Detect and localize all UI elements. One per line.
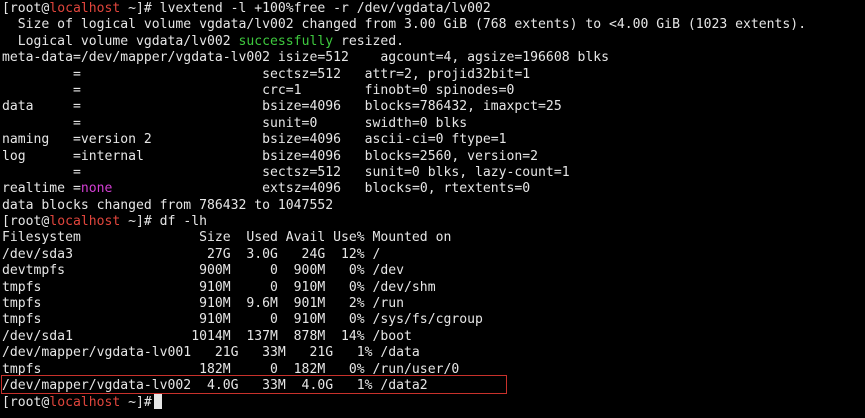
terminal-line: = sectsz=512 attr=2, projid32bit=1	[2, 67, 806, 83]
terminal-text: = sectsz=512 attr=2, projid32bit=1	[2, 66, 531, 82]
terminal-window[interactable]: [root@localhost ~]# lvextend -l +100%fre…	[0, 0, 865, 418]
terminal-text: Logical volume vgdata/lv002	[2, 33, 239, 49]
terminal-line: Size of logical volume vgdata/lv002 chan…	[2, 17, 806, 33]
terminal-text: [root@	[2, 214, 50, 230]
terminal-text: = sunit=0 swidth=0 blks	[2, 115, 468, 131]
terminal-text: data blocks changed from 786432 to 10475…	[2, 197, 334, 213]
terminal-line: = sunit=0 swidth=0 blks	[2, 116, 806, 132]
terminal-line: /dev/sda1 1014M 137M 878M 14% /boot	[2, 329, 806, 345]
text-cursor[interactable]	[153, 394, 162, 410]
terminal-line: data blocks changed from 786432 to 10475…	[2, 198, 806, 214]
terminal-line: log =internal bsize=4096 blocks=2560, ve…	[2, 149, 806, 165]
terminal-text: log =internal bsize=4096 blocks=2560, ve…	[2, 148, 539, 164]
terminal-line: tmpfs 182M 0 182M 0% /run/user/0	[2, 362, 806, 378]
terminal-line: [root@localhost ~]# lvextend -l +100%fre…	[2, 1, 806, 17]
terminal-output: [root@localhost ~]# lvextend -l +100%fre…	[2, 1, 806, 411]
terminal-line: realtime =none extsz=4096 blocks=0, rtex…	[2, 181, 806, 197]
terminal-text: /dev/mapper/vgdata-lv002 4.0G 33M 4.0G 1…	[2, 377, 428, 393]
terminal-text: data = bsize=4096 blocks=786432, imaxpct…	[2, 99, 562, 115]
terminal-text: = sectsz=512 sunit=0 blks, lazy-count=1	[2, 164, 570, 180]
terminal-text: /dev/mapper/vgdata-lv001 21G 33M 21G 1% …	[2, 345, 420, 361]
terminal-text: [root@	[2, 395, 50, 411]
terminal-line: /dev/mapper/vgdata-lv001 21G 33M 21G 1% …	[2, 345, 806, 361]
terminal-line: tmpfs 910M 0 910M 0% /dev/shm	[2, 280, 806, 296]
terminal-text: tmpfs 910M 9.6M 901M 2% /run	[2, 296, 405, 312]
terminal-text: ~]#	[120, 395, 152, 411]
terminal-line: /dev/mapper/vgdata-lv002 4.0G 33M 4.0G 1…	[2, 378, 806, 394]
terminal-text: Filesystem Size Used Avail Use% Mounted …	[2, 230, 452, 246]
highlighted-text: none	[80, 181, 113, 197]
terminal-line: data = bsize=4096 blocks=786432, imaxpct…	[2, 99, 806, 115]
terminal-text: ~]# df -lh	[120, 214, 207, 230]
terminal-line: meta-data=/dev/mapper/vgdata-lv002 isize…	[2, 50, 806, 66]
terminal-text: Size of logical volume vgdata/lv002 chan…	[2, 17, 807, 33]
terminal-text: realtime =	[2, 181, 81, 197]
terminal-line: tmpfs 910M 0 910M 0% /sys/fs/cgroup	[2, 312, 806, 328]
terminal-text: /dev/sda1 1014M 137M 878M 14% /boot	[2, 328, 412, 344]
terminal-text: [root@	[2, 1, 50, 16]
terminal-line: = crc=1 finobt=0 spinodes=0	[2, 83, 806, 99]
terminal-line: devtmpfs 900M 0 900M 0% /dev	[2, 263, 806, 279]
prompt-hostname: localhost	[49, 214, 121, 230]
terminal-text: devtmpfs 900M 0 900M 0% /dev	[2, 263, 405, 279]
terminal-line: tmpfs 910M 9.6M 901M 2% /run	[2, 296, 806, 312]
terminal-line: [root@localhost ~]# df -lh	[2, 214, 806, 230]
prompt-hostname: localhost	[49, 395, 121, 411]
terminal-line: Filesystem Size Used Avail Use% Mounted …	[2, 230, 806, 246]
terminal-text: tmpfs 910M 0 910M 0% /sys/fs/cgroup	[2, 312, 483, 328]
terminal-text: = crc=1 finobt=0 spinodes=0	[2, 82, 515, 98]
highlighted-text: successfully	[238, 33, 334, 49]
terminal-text: ~]# lvextend -l +100%free -r /dev/vgdata…	[120, 1, 491, 16]
terminal-line: = sectsz=512 sunit=0 blks, lazy-count=1	[2, 165, 806, 181]
terminal-text: /dev/sda3 27G 3.0G 24G 12% /	[2, 246, 381, 262]
terminal-text: meta-data=/dev/mapper/vgdata-lv002 isize…	[2, 50, 609, 66]
terminal-line: Logical volume vgdata/lv002 successfully…	[2, 34, 806, 50]
terminal-text: tmpfs 182M 0 182M 0% /run/user/0	[2, 361, 460, 377]
prompt-hostname: localhost	[49, 1, 121, 16]
terminal-text: naming =version 2 bsize=4096 ascii-ci=0 …	[2, 132, 507, 148]
terminal-line: [root@localhost ~]#	[2, 394, 806, 410]
terminal-text: resized.	[333, 33, 405, 49]
terminal-text: extsz=4096 blocks=0, rtextents=0	[112, 181, 531, 197]
terminal-text: tmpfs 910M 0 910M 0% /dev/shm	[2, 279, 436, 295]
terminal-line: /dev/sda3 27G 3.0G 24G 12% /	[2, 247, 806, 263]
terminal-line: naming =version 2 bsize=4096 ascii-ci=0 …	[2, 132, 806, 148]
